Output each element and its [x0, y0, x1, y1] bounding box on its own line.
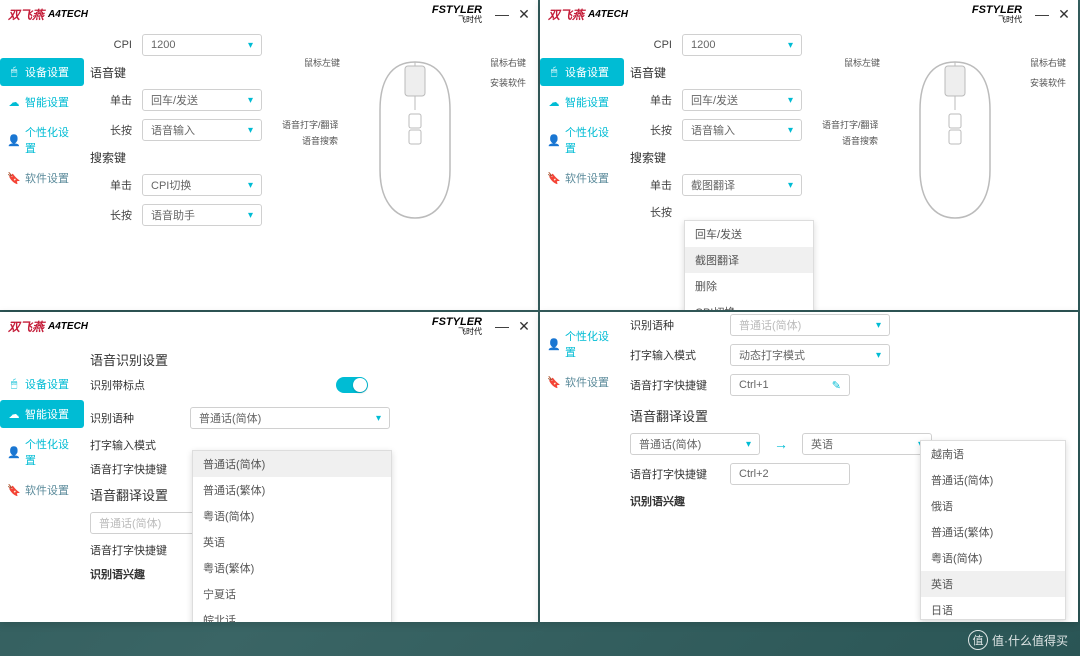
trans-shortcut-input[interactable]: Ctrl+2 [730, 463, 850, 485]
dropdown-option[interactable]: 英语 [193, 529, 391, 555]
window-q4: 👤个性化设置 🔖软件设置 识别语种普通话(简体)▾ 打字输入模式动态打字模式▾ … [540, 312, 1078, 622]
trans-src-dropdown[interactable]: 普通话(简体)▾ [630, 433, 760, 455]
chevron-down-icon: ▾ [248, 180, 253, 191]
dropdown-option[interactable]: 普通话(简体) [921, 467, 1065, 493]
dropdown-option[interactable]: CPI切换 [685, 299, 813, 310]
content-area: CPI 1200▾ 语音键 单击 回车/发送▾ 长按 语音输入▾ 搜索键 单击 … [84, 28, 538, 310]
mouse-diagram: 鼠标左键 鼠标右键 安装软件 语音打字/翻译 语音搜索 [850, 60, 1060, 220]
close-button[interactable]: ✕ [518, 320, 530, 332]
cpi-label: CPI [90, 39, 132, 51]
dropdown-option[interactable]: 日语 [921, 597, 1065, 620]
trans-dst-dropdown[interactable]: 英语▾ [802, 433, 932, 455]
chevron-down-icon: ▾ [248, 40, 253, 51]
watermark-icon: 值 [968, 630, 988, 650]
sidebar-item-smart[interactable]: ☁智能设置 [0, 400, 84, 428]
titlebar: 双飞燕A4TECH FSTYLER飞时代 —✕ [540, 0, 1078, 28]
minimize-button[interactable]: — [496, 8, 508, 20]
shortcut-label: 语音打字快捷键 [630, 377, 720, 393]
input-mode-label: 打字输入模式 [90, 437, 180, 453]
mouse-diagram: 鼠标左键 鼠标右键 安装软件 语音打字/翻译 语音搜索 [310, 60, 520, 220]
mouse-icon: 🖱 [8, 66, 20, 78]
dropdown-option[interactable]: 截图翻译 [685, 247, 813, 273]
voice-longpress-dropdown[interactable]: 语音输入▾ [682, 119, 802, 141]
chevron-down-icon: ▾ [248, 95, 253, 106]
lang-dropdown[interactable]: 普通话(简体)▾ [190, 407, 390, 429]
cloud-icon: ☁ [8, 96, 20, 108]
input-mode-dropdown[interactable]: 动态打字模式▾ [730, 344, 890, 366]
edit-icon[interactable]: ✎ [832, 379, 841, 392]
sidebar-item-software[interactable]: 🔖软件设置 [0, 476, 84, 504]
window-q1: 双飞燕 A4TECH FSTYLER 飞时代 — ✕ 🖱设备设置 ☁智能设置 👤… [0, 0, 538, 310]
sidebar-item-personal[interactable]: 👤个性化设置 [0, 430, 84, 474]
dropdown-option[interactable]: 皖北话 [193, 607, 391, 622]
fstyler-logo: FSTYLER 飞时代 [432, 5, 482, 24]
sidebar-item-personal[interactable]: 👤个性化设置 [540, 118, 624, 162]
dropdown-option[interactable]: 英语 [921, 571, 1065, 597]
sidebar-item-device[interactable]: 🖱设备设置 [0, 370, 84, 398]
punct-label: 识别带标点 [90, 377, 180, 393]
trans-title: 语音翻译设置 [630, 406, 1068, 425]
person-icon: 👤 [8, 134, 20, 146]
sidebar-item-software[interactable]: 🔖软件设置 [540, 368, 624, 396]
dropdown-option[interactable]: 粤语(简体) [193, 503, 391, 529]
sidebar-item-software[interactable]: 🔖软件设置 [540, 164, 624, 192]
voice-click-dropdown[interactable]: 回车/发送▾ [682, 89, 802, 111]
search-click-menu: 回车/发送 截图翻译 删除 CPI切换 [684, 220, 814, 310]
dropdown-option[interactable]: 粤语(简体) [921, 545, 1065, 571]
dropdown-option[interactable]: 回车/发送 [685, 221, 813, 247]
dropdown-option[interactable]: 越南语 [921, 441, 1065, 467]
sidebar-item-software[interactable]: 🔖软件设置 [0, 164, 84, 192]
voice-click-dropdown[interactable]: 回车/发送▾ [142, 89, 262, 111]
dropdown-option[interactable]: 俄语 [921, 493, 1065, 519]
voice-recog-title: 语音识别设置 [90, 350, 528, 369]
dropdown-option[interactable]: 删除 [685, 273, 813, 299]
search-click-dropdown[interactable]: CPI切换▾ [142, 174, 262, 196]
trans-dst-menu: 越南语 普通话(简体) 俄语 普通话(繁体) 粤语(简体) 英语 日语 韩语 印… [920, 440, 1066, 620]
chevron-down-icon: ▾ [248, 125, 253, 136]
lang-label: 识别语种 [90, 410, 180, 426]
punct-toggle[interactable] [336, 377, 368, 393]
dropdown-option[interactable]: 宁夏话 [193, 581, 391, 607]
shortcut-label: 语音打字快捷键 [90, 461, 180, 477]
shortcut-input[interactable]: Ctrl+1✎ [730, 374, 850, 396]
click-label: 单击 [90, 92, 132, 108]
search-click-dropdown[interactable]: 截图翻译▾ [682, 174, 802, 196]
watermark: 值 值·什么值得买 [968, 630, 1068, 650]
lang-menu: 普通话(简体) 普通话(繁体) 粤语(简体) 英语 粤语(繁体) 宁夏话 皖北话… [192, 450, 392, 622]
sidebar: 🖱设备设置 ☁智能设置 👤个性化设置 🔖软件设置 [0, 28, 84, 310]
bookmark-icon: 🔖 [8, 172, 20, 184]
minimize-button[interactable]: — [1036, 8, 1048, 20]
sidebar-item-smart[interactable]: ☁智能设置 [0, 88, 84, 116]
cpi-dropdown[interactable]: 1200▾ [142, 34, 262, 56]
titlebar: 双飞燕 A4TECH FSTYLER 飞时代 — ✕ [0, 0, 538, 28]
sidebar-item-smart[interactable]: ☁智能设置 [540, 88, 624, 116]
dropdown-option[interactable]: 粤语(繁体) [193, 555, 391, 581]
a4tech-logo: A4TECH [48, 9, 88, 20]
close-button[interactable]: ✕ [518, 8, 530, 20]
lang-dropdown[interactable]: 普通话(简体)▾ [730, 314, 890, 336]
arrow-right-icon: → [774, 436, 788, 452]
close-button[interactable]: ✕ [1058, 8, 1070, 20]
window-q2: 双飞燕A4TECH FSTYLER飞时代 —✕ 🖱设备设置 ☁智能设置 👤个性化… [540, 0, 1078, 310]
sidebar-item-device[interactable]: 🖱设备设置 [540, 58, 624, 86]
window-controls: — ✕ [496, 8, 530, 20]
minimize-button[interactable]: — [496, 320, 508, 332]
sidebar-item-personal[interactable]: 👤个性化设置 [0, 118, 84, 162]
cpi-dropdown[interactable]: 1200▾ [682, 34, 802, 56]
dropdown-option[interactable]: 普通话(繁体) [193, 477, 391, 503]
sidebar-item-personal[interactable]: 👤个性化设置 [540, 322, 624, 366]
window-q3: 双飞燕A4TECH FSTYLER飞时代 —✕ 🖱设备设置 ☁智能设置 👤个性化… [0, 312, 538, 622]
search-longpress-dropdown[interactable]: 语音助手▾ [142, 204, 262, 226]
logo-group: 双飞燕 A4TECH [8, 6, 88, 23]
dropdown-option[interactable]: 普通话(繁体) [921, 519, 1065, 545]
chevron-down-icon: ▾ [248, 210, 253, 221]
mouse-svg [372, 60, 458, 220]
voice-longpress-dropdown[interactable]: 语音输入▾ [142, 119, 262, 141]
longpress-label: 长按 [90, 122, 132, 138]
dropdown-option[interactable]: 普通话(简体) [193, 451, 391, 477]
brand-logo: 双飞燕 [8, 6, 44, 23]
sidebar-item-device[interactable]: 🖱设备设置 [0, 58, 84, 86]
input-mode-label: 打字输入模式 [630, 347, 720, 363]
